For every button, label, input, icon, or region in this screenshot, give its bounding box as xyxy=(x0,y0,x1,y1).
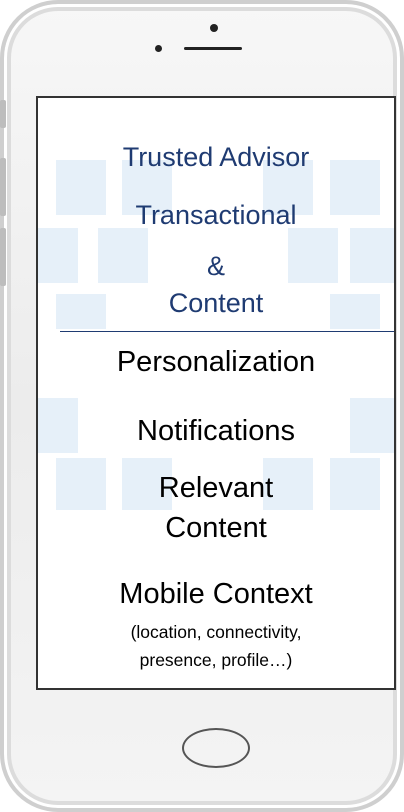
personalization-label: Personalization xyxy=(116,346,316,378)
volume-up-button xyxy=(0,158,6,216)
relevant-content-line2: Content xyxy=(165,512,267,544)
volume-down-button xyxy=(0,228,6,286)
mobile-context-detail-line2: presence, profile…) xyxy=(139,650,293,670)
front-camera xyxy=(155,45,162,52)
trusted-advisor-label: Trusted Advisor xyxy=(122,142,310,172)
earpiece-speaker xyxy=(184,47,242,50)
notifications-label: Notifications xyxy=(137,415,295,447)
mute-switch xyxy=(0,100,6,128)
transactional-label: Transactional xyxy=(135,200,297,230)
home-button[interactable] xyxy=(182,728,250,768)
mobile-context-detail-line1: (location, connectivity, xyxy=(130,622,302,642)
relevant-content-line1: Relevant xyxy=(158,472,274,504)
mobile-context-label: Mobile Context xyxy=(119,578,313,610)
section-divider xyxy=(60,331,394,332)
phone-screen: Trusted Advisor Transactional & Content … xyxy=(36,96,396,690)
ampersand-label: & xyxy=(206,251,225,281)
proximity-sensor xyxy=(210,24,218,32)
content-label: Content xyxy=(168,288,264,318)
